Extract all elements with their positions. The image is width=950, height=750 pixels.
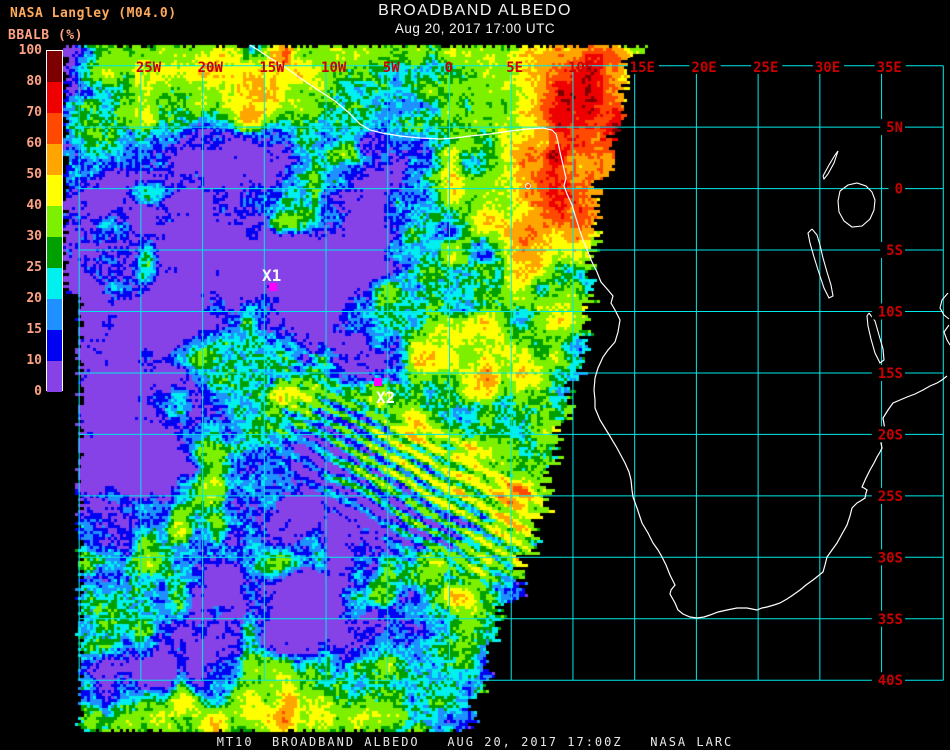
- lon-grid-label: 20W: [198, 60, 224, 76]
- map-overlay: 25W 20W 15W 10W 5W 0 5E 10E 15E 20E 25E 30E 35E 5N 0 5S…: [78, 44, 950, 689]
- page-subtitle: Aug 20, 2017 17:00 UTC: [394, 21, 556, 36]
- colorbar-tick-label: 40: [26, 198, 42, 213]
- lake-outline: [807, 228, 834, 299]
- lon-grid-label: 35E: [877, 60, 902, 76]
- colorbar-segment: [47, 175, 62, 206]
- lake-outline: [837, 182, 876, 228]
- colorbar-tick-label: 25: [26, 260, 42, 275]
- lat-grid-label: 5N: [886, 120, 903, 136]
- lat-grid-label: 30S: [878, 550, 903, 566]
- lon-grid-label: 5E: [506, 60, 523, 76]
- lat-grid-label: 35S: [878, 612, 903, 628]
- map-marker: [374, 378, 382, 386]
- africa-coastline: [249, 44, 948, 619]
- colorbar-segment: [47, 82, 62, 113]
- lon-grid-label: 10E: [568, 60, 593, 76]
- colorbar-tick-label: 0: [34, 384, 42, 399]
- colorbar-segment: [47, 144, 62, 175]
- colorbar-tick-label: 60: [26, 136, 42, 151]
- colorbar-tick-label: 30: [26, 229, 42, 244]
- lake-outline: [822, 150, 839, 181]
- colorbar: [46, 50, 63, 392]
- lon-grid-label: 20E: [691, 60, 716, 76]
- map-marker-label: X1: [262, 266, 281, 285]
- colorbar-segment: [47, 206, 62, 237]
- map-marker-label: X2: [376, 388, 395, 407]
- colorbar-segment: [47, 51, 62, 82]
- colorbar-segment: [47, 299, 62, 330]
- colorbar-segment: [47, 330, 62, 361]
- colorbar-tick-label: 70: [26, 105, 42, 120]
- lon-grid-label: 10W: [321, 60, 347, 76]
- colorbar-segment: [47, 113, 62, 144]
- lon-grid-label: 30E: [815, 60, 840, 76]
- title-block: BROADBAND ALBEDO Aug 20, 2017 17:00 UTC: [0, 2, 950, 36]
- lat-grid-label: 10S: [878, 305, 903, 321]
- lon-grid-label: 25E: [753, 60, 778, 76]
- lon-grid-label: 5W: [383, 60, 400, 76]
- lon-grid-label: 15E: [630, 60, 655, 76]
- colorbar-tick-label: 20: [26, 291, 42, 306]
- footer-caption: MT10 BROADBAND ALBEDO AUG 20, 2017 17:00…: [216, 735, 734, 749]
- colorbar-segment: [47, 268, 62, 299]
- lat-grid-label: 0: [895, 182, 903, 198]
- lon-grid-label: 25W: [136, 60, 162, 76]
- lat-grid-label: 5S: [886, 243, 903, 259]
- colorbar-tick-label: 80: [26, 74, 42, 89]
- coast-fragment: [943, 324, 950, 346]
- lon-grid-label: 0: [445, 60, 453, 76]
- colorbar-segment: [47, 361, 62, 392]
- lat-grid-label: 15S: [878, 366, 903, 382]
- colorbar-tick-label: 100: [18, 43, 42, 58]
- lat-grid-label: 20S: [878, 427, 903, 443]
- page-title: BROADBAND ALBEDO: [378, 2, 572, 19]
- lon-grid-label: 15W: [259, 60, 285, 76]
- coast-fragment: [939, 292, 950, 320]
- colorbar-tick-label: 15: [26, 322, 42, 337]
- lat-grid-label: 25S: [878, 489, 903, 505]
- albedo-map-page: 25W 20W 15W 10W 5W 0 5E 10E 15E 20E 25E 30E 35E 5N 0 5S…: [0, 0, 950, 750]
- lat-grid-label: 40S: [878, 673, 903, 689]
- colorbar-tick-label: 50: [26, 167, 42, 182]
- colorbar-tick-label: 10: [26, 353, 42, 368]
- colorbar-segment: [47, 237, 62, 268]
- island-outline: [525, 183, 531, 189]
